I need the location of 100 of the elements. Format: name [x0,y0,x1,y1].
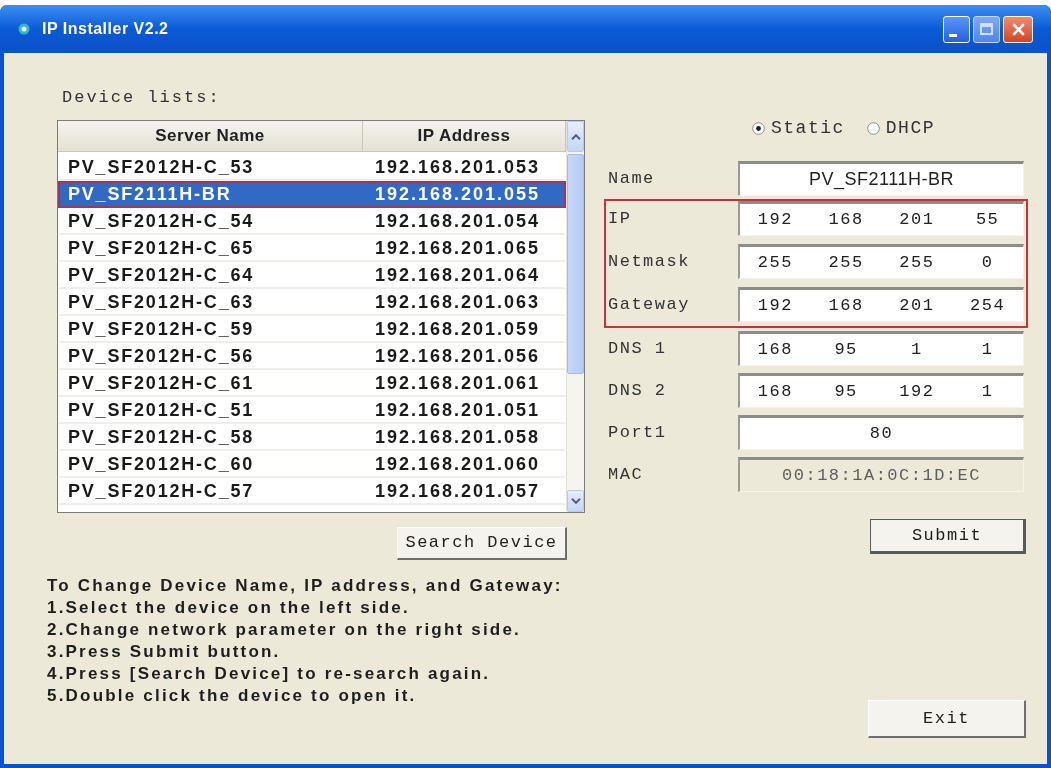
ip-address-field[interactable]: 255 255 255 0 [738,244,1024,279]
server-name-text: PV_SF2111H-BR [67,183,233,206]
ip-address-text: 192.168.201.051 [374,399,541,422]
device-row[interactable]: PV_SF2012H-C_65 192.168.201.065 [58,235,566,262]
app-icon [18,23,30,35]
minimize-button[interactable] [943,15,970,43]
scroll-down-button[interactable] [567,490,584,512]
octet-value: 192 [757,294,793,317]
octet-value: 55 [975,208,1000,231]
server-name-text: PV_SF2012H-C_60 [67,453,256,476]
instruction-text: 1.Select the device on the left side. [47,597,410,619]
device-row[interactable]: PV_SF2012H-C_64 192.168.201.064 [58,262,566,289]
scroll-up-button[interactable] [567,121,584,152]
device-row[interactable]: PV_SF2012H-C_56 192.168.201.056 [58,343,566,370]
maximize-icon [980,23,993,35]
column-header[interactable]: Server Name [58,121,363,151]
ip-address-field[interactable]: 192 168 201 55 [738,201,1024,236]
instruction-text: 3.Press Submit button. [47,641,281,663]
octet-value: 255 [757,251,793,274]
octet-value: 201 [899,208,935,231]
ip-address-field[interactable]: 192 168 201 254 [738,287,1024,322]
field-label: DNS 2 [607,379,668,402]
ip-address-text: 192.168.201.054 [374,210,541,233]
octet-value: 95 [834,338,858,361]
octet-value: 255 [899,251,935,274]
chevron-down-icon [570,498,581,504]
ip-address-field[interactable]: 168 95 192 1 [738,373,1024,408]
server-name-text: PV_SF2012H-C_51 [67,399,256,422]
device-row[interactable]: PV_SF2012H-C_54 192.168.201.054 [58,208,566,235]
octet-value: 255 [828,251,864,274]
field-label: IP [607,207,633,230]
octet-value: 0 [981,251,994,274]
ip-address-text: 192.168.201.064 [374,264,541,287]
octet-value: 192 [899,380,935,403]
search-device-button[interactable]: Search Device [397,527,567,560]
maximize-button[interactable] [973,15,1000,43]
device-row[interactable]: PV_SF2012H-C_51 192.168.201.051 [58,397,566,424]
server-name-text: PV_SF2012H-C_59 [67,318,256,341]
ip-address-text: 192.168.201.058 [374,426,541,449]
instruction-text: 2.Change network parameter on the right side. [47,619,522,641]
ip-address-text: 192.168.201.056 [374,345,541,368]
octet-value: 201 [899,294,935,317]
device-row[interactable]: PV_SF2012H-C_61 192.168.201.061 [58,370,566,397]
server-name-text: PV_SF2012H-C_57 [67,480,256,503]
octet-value: 168 [828,208,864,231]
ip-address-text: 192.168.201.057 [374,480,541,503]
field-label: Port1 [607,421,668,444]
octet-value: 1 [911,338,923,361]
server-name-text: PV_SF2012H-C_63 [67,291,256,314]
window-title: IP Installer V2.2 [42,19,169,39]
scrollbar[interactable] [566,121,584,512]
octet-value: 168 [757,380,793,403]
server-name-text: PV_SF2012H-C_58 [67,426,256,449]
ip-address-text: 192.168.201.065 [374,237,541,260]
instruction-text: To Change Device Name, IP address, and Gateway: [47,575,563,597]
minimize-icon [949,33,957,37]
text-field[interactable]: PV_SF2111H-BR [738,161,1024,196]
radio-option[interactable]: Static [752,114,845,142]
octet-value: 168 [757,338,793,361]
radio-option[interactable]: DHCP [866,114,936,142]
field-label: Gateway [607,293,691,316]
field-label: Netmask [607,250,691,273]
field-label: DNS 1 [607,337,668,360]
field-label: MAC [607,463,645,486]
octet-value: 1 [981,338,994,361]
server-name-text: PV_SF2012H-C_53 [67,156,256,179]
chevron-up-icon [570,133,581,140]
octet-value: 1 [981,380,994,403]
octet-value: 168 [828,294,864,317]
submit-button[interactable]: Submit [870,519,1026,554]
server-name-text: PV_SF2012H-C_56 [67,345,256,368]
device-row[interactable]: PV_SF2012H-C_59 192.168.201.059 [58,316,566,343]
exit-button[interactable]: Exit [868,700,1026,738]
close-button[interactable] [1003,15,1033,43]
server-name-text: PV_SF2012H-C_65 [67,237,256,260]
device-row[interactable]: PV_SF2012H-C_58 192.168.201.058 [58,424,566,451]
device-row[interactable]: PV_SF2012H-C_57 192.168.201.057 [58,478,566,505]
instruction-text: 4.Press [Search Device] to re-search again. [47,663,491,685]
device-row[interactable]: PV_SF2012H-C_63 192.168.201.063 [58,289,566,316]
device-row[interactable]: PV_SF2012H-C_60 192.168.201.060 [58,451,566,478]
field-label: Name [607,167,656,190]
ip-address-text: 192.168.201.055 [374,183,541,206]
server-name-text: PV_SF2012H-C_64 [67,264,256,287]
close-icon [1011,22,1025,36]
ip-address-text: 192.168.201.063 [374,291,541,314]
text-field[interactable]: 80 [738,415,1024,450]
device-row[interactable]: PV_SF2111H-BR 192.168.201.055 [58,181,566,208]
octet-value: 254 [970,294,1006,317]
ip-address-field[interactable]: 168 95 1 1 [738,331,1024,366]
octet-value: 192 [757,208,793,231]
instruction-text: 5.Double click the device to open it. [47,685,417,707]
ip-address-text: 192.168.201.060 [374,453,541,476]
device-list-label: Device lists: [62,89,221,107]
server-name-text: PV_SF2012H-C_54 [67,210,256,233]
ip-address-text: 192.168.201.059 [374,318,541,341]
ip-address-text: 192.168.201.061 [374,372,541,395]
ip-address-text: 192.168.201.053 [374,156,541,179]
scroll-thumb[interactable] [567,154,584,374]
octet-value: 95 [834,380,858,403]
server-name-text: PV_SF2012H-C_61 [67,372,256,395]
